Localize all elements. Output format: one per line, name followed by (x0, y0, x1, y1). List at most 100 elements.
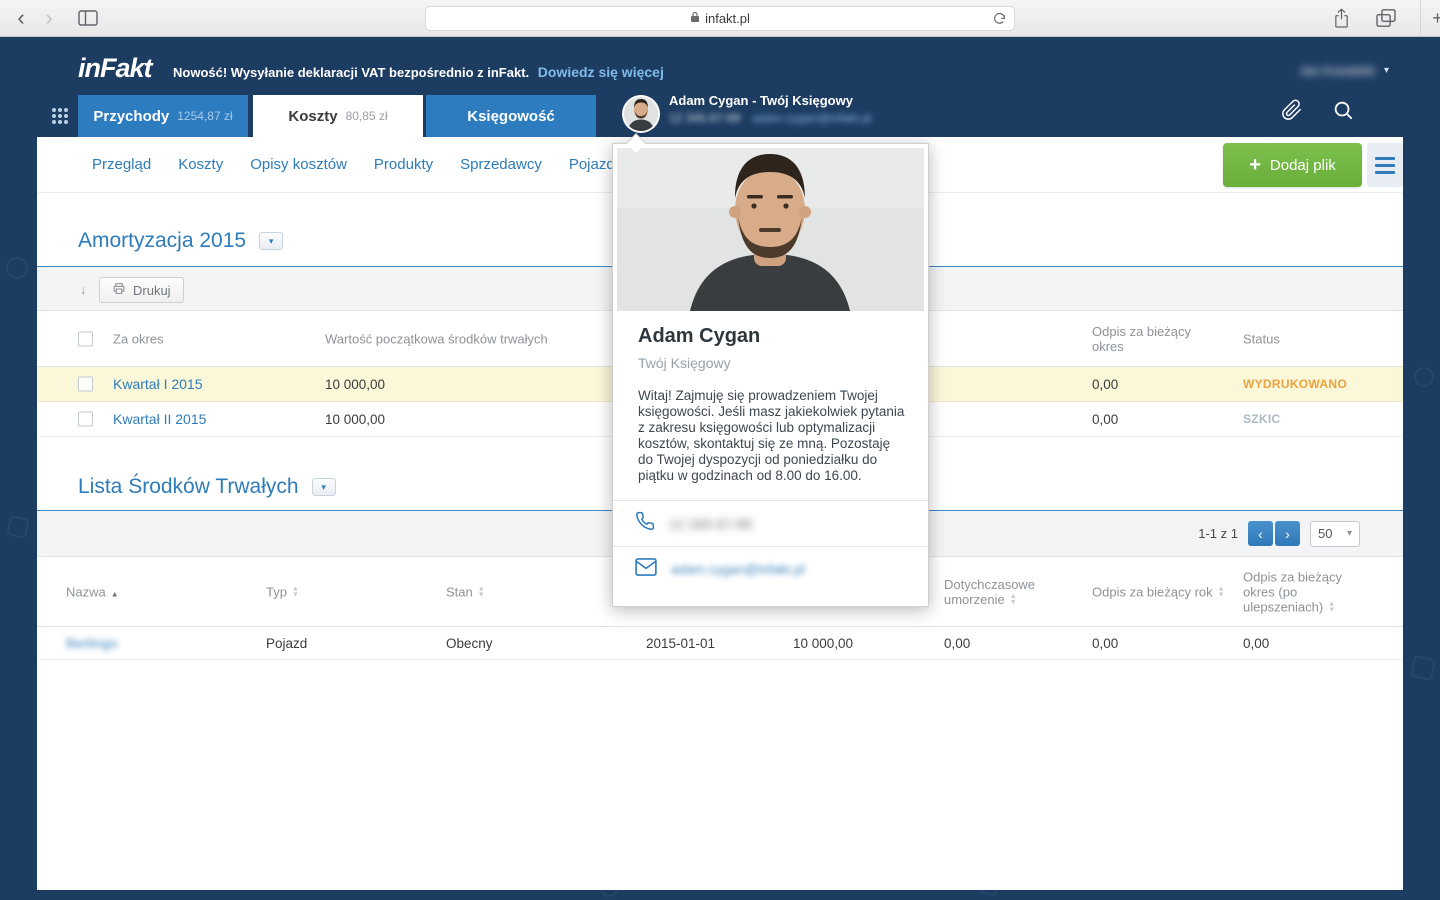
nav-item-koszty[interactable]: Koszty (178, 156, 223, 173)
browser-forward-button[interactable]: › (36, 0, 62, 36)
pagination-next-button[interactable]: › (1275, 521, 1300, 546)
screen: ‹ › infakt.pl + inF (0, 0, 1440, 900)
table-row[interactable]: Berlingo Pojazd Obecny 2015-01-01 10 000… (37, 627, 1403, 660)
column-header[interactable]: Stan ▲▼ (446, 584, 485, 599)
sort-asc-icon: ▲ (111, 589, 119, 598)
background-doodle (1414, 367, 1434, 387)
column-label: Stan (446, 584, 473, 599)
pagination-prev-button[interactable]: ‹ (1248, 521, 1273, 546)
nav-item-produkty[interactable]: Produkty (374, 156, 433, 173)
column-header[interactable]: Odpis za bieżący rok ▲▼ (1092, 584, 1225, 599)
sidebar-toggle-icon[interactable] (74, 0, 102, 36)
pagination-label: 1-1 z 1 (1198, 526, 1238, 541)
print-button[interactable]: Drukuj (99, 277, 184, 303)
initial-value-cell: 10 000,00 (325, 367, 385, 402)
column-header[interactable]: Za okres (113, 331, 164, 346)
asset-value-cell: 10 000,00 (793, 627, 853, 660)
browser-back-button[interactable]: ‹ (8, 0, 34, 36)
refresh-icon[interactable] (993, 13, 1006, 29)
phone-icon (635, 511, 655, 536)
sort-icon: ▲▼ (1218, 587, 1225, 599)
column-header[interactable]: Odpis za bieżący okres (1092, 324, 1204, 354)
title-dropdown-button[interactable]: ▾ (312, 478, 336, 496)
row-checkbox[interactable] (78, 412, 93, 427)
asset-writeoff-year-cell: 0,00 (1092, 627, 1118, 660)
accountant-avatar[interactable] (622, 95, 660, 133)
browser-chrome: ‹ › infakt.pl + (0, 0, 1440, 37)
column-label: Nazwa (66, 584, 106, 599)
announcement-bar: Nowość! Wysyłanie deklaracji VAT bezpośr… (173, 64, 664, 80)
column-header[interactable]: Typ▲▼ (266, 584, 299, 599)
accountant-popup: Adam Cygan Twój Księgowy Witaj! Zajmuję … (612, 143, 929, 607)
accountant-photo (617, 148, 924, 311)
section-title: Lista Środków Trwałych (78, 475, 299, 499)
asset-type-cell: Pojazd (266, 627, 307, 660)
accountant-email-redacted: adam.cygan@infakt.pl (752, 111, 871, 125)
column-header[interactable]: Status (1243, 331, 1280, 346)
popup-email-redacted[interactable]: adam.cygan@infakt.pl (671, 562, 805, 577)
nav-item-opisy-kosztow[interactable]: Opisy kosztów (250, 156, 347, 173)
period-link[interactable]: Kwartał I 2015 (113, 367, 203, 402)
section-title: Amortyzacja 2015 (78, 229, 246, 253)
column-header[interactable]: Nazwa ▲ (66, 584, 119, 599)
search-icon[interactable] (1332, 99, 1354, 126)
announcement-link[interactable]: Dowiedz się więcej (538, 64, 664, 80)
nav-item-przeglad[interactable]: Przegląd (92, 156, 151, 173)
tab-overview-icon[interactable] (1372, 0, 1400, 36)
tab-amount: 80,85 zł (346, 109, 388, 123)
print-label: Drukuj (133, 283, 171, 298)
select-all-checkbox[interactable] (78, 331, 93, 346)
infakt-logo[interactable]: inFakt (78, 53, 152, 84)
chevron-down-icon: ▾ (321, 482, 326, 493)
column-header[interactable]: Odpis za bieżący okres (po ulepszeniach)… (1243, 569, 1365, 614)
add-file-label: Dodaj plik (1270, 157, 1336, 174)
tab-przychody[interactable]: Przychody 1254,87 zł (78, 95, 248, 137)
asset-depreciation-cell: 0,00 (944, 627, 970, 660)
paperclip-icon[interactable] (1281, 99, 1303, 126)
sort-icon: ▲▼ (1010, 594, 1017, 606)
tab-ksiegowosc[interactable]: Księgowość (426, 95, 596, 137)
popup-bottom-padding (613, 592, 928, 606)
asset-writeoff-period-cell: 0,00 (1243, 627, 1269, 660)
sort-icon: ▲▼ (478, 587, 485, 599)
tab-koszty[interactable]: Koszty 80,85 zł (253, 95, 423, 137)
page-size-select[interactable]: 50 ▾ (1310, 521, 1360, 547)
status-badge: SZKIC (1243, 402, 1281, 437)
share-icon[interactable] (1328, 0, 1354, 36)
row-checkbox[interactable] (78, 377, 93, 392)
initial-value-cell: 10 000,00 (325, 402, 385, 437)
column-label: Odpis za bieżący rok (1092, 584, 1213, 599)
accountant-role: Twój Księgowy (638, 355, 903, 371)
sort-icon: ▲▼ (292, 587, 299, 599)
writeoff-cell: 0,00 (1092, 402, 1118, 437)
hamburger-menu-button[interactable] (1367, 143, 1403, 187)
title-dropdown-button[interactable]: ▾ (259, 232, 283, 250)
accountant-bio: Witaj! Zajmuję się prowadzeniem Twojej k… (638, 388, 908, 484)
amortization-section-header: Amortyzacja 2015 ▾ (78, 229, 283, 253)
accountant-name: Adam Cygan (638, 325, 903, 348)
page-size-value: 50 (1318, 526, 1332, 541)
user-menu[interactable]: Jan Kowalski ▾ (1299, 63, 1389, 78)
tab-label: Przychody (93, 108, 169, 125)
nav-item-sprzedawcy[interactable]: Sprzedawcy (460, 156, 542, 173)
announcement-text: Nowość! Wysyłanie deklaracji VAT bezpośr… (173, 65, 529, 80)
column-header[interactable]: Dotychczasowe umorzenie▲▼ (944, 577, 1064, 607)
asset-name-redacted[interactable]: Berlingo (66, 627, 117, 660)
new-tab-icon[interactable]: + (1420, 0, 1440, 36)
column-label: Odpis za bieżący okres (po ulepszeniach) (1243, 569, 1342, 614)
period-link[interactable]: Kwartał II 2015 (113, 402, 206, 437)
download-icon[interactable]: ↓ (80, 282, 87, 297)
add-file-button[interactable]: + Dodaj plik (1223, 143, 1362, 187)
pagination-buttons: ‹ › (1248, 521, 1300, 546)
background-doodle (1410, 655, 1436, 681)
chevron-down-icon: ▾ (269, 236, 274, 247)
writeoff-cell: 0,00 (1092, 367, 1118, 402)
url-bar[interactable]: infakt.pl (425, 6, 1015, 31)
apps-grid-icon[interactable] (51, 107, 69, 130)
background-doodle (6, 257, 28, 279)
column-header[interactable]: Wartość początkowa środków trwałych (325, 331, 548, 346)
accountant-phone-redacted: 12 345-67-89 (669, 111, 740, 125)
tab-label: Księgowość (467, 108, 555, 125)
column-label: Dotychczasowe umorzenie (944, 577, 1035, 607)
popup-email-row: adam.cygan@infakt.pl (613, 546, 928, 592)
